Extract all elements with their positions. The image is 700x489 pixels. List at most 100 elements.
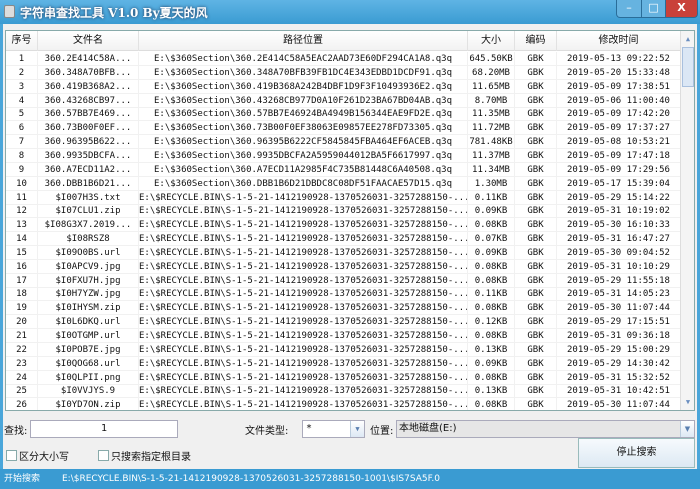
minimize-button[interactable]: – xyxy=(616,0,642,18)
cell-index: 9 xyxy=(6,162,38,177)
table-row[interactable]: 4 360.43268CB97... E:\$360Section\360.4326… xyxy=(6,93,681,108)
cell-size: 645.50KB xyxy=(468,52,515,66)
cell-index: 23 xyxy=(6,356,38,371)
column-header-filename[interactable]: 文件名 xyxy=(38,31,139,51)
table-row[interactable]: 17 $I0FXU7H.jpg E:\$RECYCLE.BIN\S-1-5-21-1… xyxy=(6,273,681,288)
cell-filename: $I0VVJYS.9 xyxy=(38,384,139,399)
root-only-label[interactable]: 只搜索指定根目录 xyxy=(111,448,191,463)
cell-modified: 2019-05-31 10:10:29 xyxy=(557,259,681,274)
cell-modified: 2019-05-30 09:04:52 xyxy=(557,245,681,260)
table-row[interactable]: 25 $I0VVJYS.9 E:\$RECYCLE.BIN\S-1-5-21-141… xyxy=(6,384,681,399)
column-header-modified[interactable]: 修改时间 xyxy=(557,31,681,51)
table-row[interactable]: 6 360.73B00F0EF... E:\$360Section\360.73B0… xyxy=(6,121,681,136)
cell-path: E:\$360Section\360.73B00F0EF38063E09857E… xyxy=(139,121,468,136)
scroll-down-icon[interactable]: ▼ xyxy=(682,395,694,409)
cell-filename: 360.73B00F0EF... xyxy=(38,121,139,136)
cell-filename: 360.43268CB97... xyxy=(38,93,139,108)
cell-modified: 2019-05-31 14:05:23 xyxy=(557,287,681,302)
cell-path: E:\$RECYCLE.BIN\S-1-5-21-1412190928-1370… xyxy=(139,259,468,274)
table-row[interactable]: 14 $I08RSZ8 E:\$RECYCLE.BIN\S-1-5-21-14121… xyxy=(6,232,681,247)
table-row[interactable]: 26 $I0YD7ON.zip E:\$RECYCLE.BIN\S-1-5-21-1… xyxy=(6,398,681,410)
column-header-path[interactable]: 路径位置 xyxy=(139,31,468,51)
table-row[interactable]: 22 $I0POB7E.jpg E:\$RECYCLE.BIN\S-1-5-21-1… xyxy=(6,342,681,357)
cell-size: 68.20MB xyxy=(468,65,515,80)
table-row[interactable]: 11 $I007H3S.txt E:\$RECYCLE.BIN\S-1-5-21-1… xyxy=(6,190,681,205)
scroll-thumb[interactable] xyxy=(682,47,694,87)
cell-modified: 2019-05-09 17:38:51 xyxy=(557,79,681,94)
filetype-select[interactable]: * ▼ xyxy=(302,420,365,438)
cell-encoding: GBK xyxy=(515,370,557,385)
close-button[interactable]: X xyxy=(665,0,698,18)
table-row[interactable]: 9 360.A7ECD11A2... E:\$360Section\360.A7EC… xyxy=(6,162,681,177)
maximize-button[interactable]: □ xyxy=(641,0,666,18)
cell-filename: 360.9935DBCFA... xyxy=(38,148,139,163)
cell-encoding: GBK xyxy=(515,301,557,316)
table-row[interactable]: 12 $I07CLU1.zip E:\$RECYCLE.BIN\S-1-5-21-1… xyxy=(6,204,681,219)
column-header-size[interactable]: 大小 xyxy=(468,31,515,51)
cell-modified: 2019-05-13 09:22:52 xyxy=(557,52,681,66)
cell-size: 0.11KB xyxy=(468,190,515,205)
cell-size: 0.09KB xyxy=(468,356,515,371)
case-sensitive-checkbox[interactable] xyxy=(6,450,17,461)
cell-index: 21 xyxy=(6,329,38,343)
status-path: E:\$RECYCLE.BIN\S-1-5-21-1412190928-1370… xyxy=(62,474,440,484)
table-row[interactable]: 13 $I08G3X7.2019... E:\$RECYCLE.BIN\S-1-5-… xyxy=(6,218,681,233)
column-header-index[interactable]: 序号 xyxy=(6,31,38,51)
table-row[interactable]: 3 360.419B368A2... E:\$360Section\360.419B… xyxy=(6,79,681,94)
table-row[interactable]: 15 $I09O0BS.url E:\$RECYCLE.BIN\S-1-5-21-1… xyxy=(6,245,681,260)
table-row[interactable]: 8 360.9935DBCFA... E:\$360Section\360.9935… xyxy=(6,148,681,163)
table-row[interactable]: 2 360.348A70BFB... E:\$360Section\360.348A… xyxy=(6,65,681,80)
cell-path: E:\$RECYCLE.BIN\S-1-5-21-1412190928-1370… xyxy=(139,384,468,399)
cell-index: 6 xyxy=(6,121,38,136)
status-bar: 开始搜索 E:\$RECYCLE.BIN\S-1-5-21-1412190928… xyxy=(0,469,700,489)
table-row[interactable]: 18 $I0H7YZW.jpg E:\$RECYCLE.BIN\S-1-5-21-1… xyxy=(6,287,681,302)
window-title: 字符串查找工具 V1.0 By夏天的风 xyxy=(20,6,208,20)
location-value: 本地磁盘(E:) xyxy=(399,423,457,434)
cell-size: 11.72MB xyxy=(468,121,515,136)
cell-index: 15 xyxy=(6,245,38,260)
stop-search-button[interactable]: 停止搜索 xyxy=(578,438,695,468)
table-row[interactable]: 21 $I0OTGMP.url E:\$RECYCLE.BIN\S-1-5-21-1… xyxy=(6,329,681,343)
cell-filename: $I0OTGMP.url xyxy=(38,329,139,343)
table-row[interactable]: 7 360.96395B622... E:\$360Section\360.9639… xyxy=(6,135,681,150)
case-sensitive-label[interactable]: 区分大小写 xyxy=(19,448,69,463)
chevron-down-icon[interactable]: ▼ xyxy=(350,421,364,437)
cell-path: E:\$RECYCLE.BIN\S-1-5-21-1412190928-1370… xyxy=(139,218,468,233)
table-row[interactable]: 16 $I0APCV9.jpg E:\$RECYCLE.BIN\S-1-5-21-1… xyxy=(6,259,681,274)
cell-path: E:\$360Section\360.43268CB977D0A10F261D2… xyxy=(139,93,468,108)
cell-path: E:\$RECYCLE.BIN\S-1-5-21-1412190928-1370… xyxy=(139,232,468,247)
cell-encoding: GBK xyxy=(515,315,557,330)
cell-filename: $I0APCV9.jpg xyxy=(38,259,139,274)
cell-modified: 2019-05-29 17:15:51 xyxy=(557,315,681,330)
cell-modified: 2019-05-08 10:53:21 xyxy=(557,135,681,150)
table-row[interactable]: 23 $I0QOG68.url E:\$RECYCLE.BIN\S-1-5-21-1… xyxy=(6,356,681,371)
cell-path: E:\$360Section\360.9935DBCFA2A5959044012… xyxy=(139,148,468,163)
location-select[interactable]: 本地磁盘(E:) ▼ xyxy=(396,420,695,438)
cell-path: E:\$360Section\360.DBB1B6D21DBDC8C08DF51… xyxy=(139,176,468,191)
table-row[interactable]: 5 360.57BB7E469... E:\$360Section\360.57BB… xyxy=(6,107,681,122)
column-header-encoding[interactable]: 编码 xyxy=(515,31,557,51)
scroll-up-icon[interactable]: ▲ xyxy=(682,32,694,46)
cell-index: 18 xyxy=(6,287,38,302)
table-row[interactable]: 10 360.DBB1B6D21... E:\$360Section\360.DBB… xyxy=(6,176,681,191)
root-only-checkbox[interactable] xyxy=(98,450,109,461)
cell-index: 24 xyxy=(6,370,38,385)
cell-path: E:\$RECYCLE.BIN\S-1-5-21-1412190928-1370… xyxy=(139,301,468,316)
cell-encoding: GBK xyxy=(515,329,557,343)
cell-encoding: GBK xyxy=(515,218,557,233)
cell-encoding: GBK xyxy=(515,245,557,260)
cell-encoding: GBK xyxy=(515,148,557,163)
table-row[interactable]: 19 $I0IHYSM.zip E:\$RECYCLE.BIN\S-1-5-21-1… xyxy=(6,301,681,316)
table-row[interactable]: 20 $I0L6DKQ.url E:\$RECYCLE.BIN\S-1-5-21-1… xyxy=(6,315,681,330)
cell-index: 5 xyxy=(6,107,38,122)
cell-filename: 360.A7ECD11A2... xyxy=(38,162,139,177)
table-row[interactable]: 24 $I0QLPII.png E:\$RECYCLE.BIN\S-1-5-21-1… xyxy=(6,370,681,385)
find-input[interactable]: 1 xyxy=(30,420,178,438)
cell-filename: $I0L6DKQ.url xyxy=(38,315,139,330)
cell-path: E:\$RECYCLE.BIN\S-1-5-21-1412190928-1370… xyxy=(139,245,468,260)
vertical-scrollbar[interactable]: ▲ ▼ xyxy=(680,31,694,410)
cell-encoding: GBK xyxy=(515,259,557,274)
chevron-down-icon[interactable]: ▼ xyxy=(680,421,694,437)
cell-encoding: GBK xyxy=(515,52,557,66)
table-row[interactable]: 1 360.2E414C58A... E:\$360Section\360.2E41… xyxy=(6,52,681,66)
